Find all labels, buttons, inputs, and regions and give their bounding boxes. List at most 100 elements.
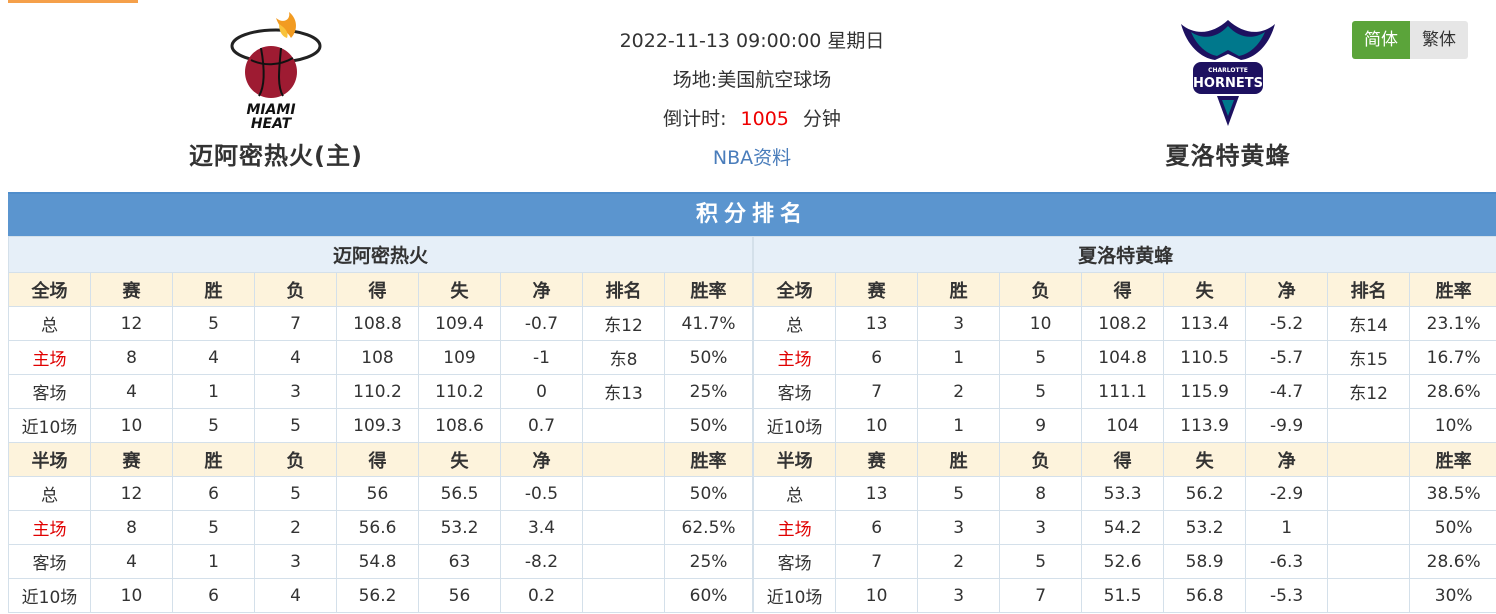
- table-cell: 3: [917, 510, 1001, 545]
- table-cell: 近10场: [8, 578, 91, 613]
- table-cell: [582, 578, 665, 613]
- column-header: 得: [1081, 442, 1165, 477]
- venue-label: 场地:: [672, 69, 718, 91]
- table-cell: 54.2: [1081, 510, 1165, 545]
- home-team-block: MIAMI HEAT 迈阿密热火(主): [156, 10, 396, 171]
- simplified-chinese-button[interactable]: 简体: [1352, 21, 1410, 59]
- table-cell: 53.2: [1163, 510, 1247, 545]
- table-cell: 108.2: [1081, 306, 1165, 341]
- table-cell: 110.2: [418, 374, 501, 409]
- table-cell: 10: [90, 578, 173, 613]
- column-header: 失: [418, 442, 501, 477]
- column-header: 半场: [8, 442, 91, 477]
- table-cell: 总: [8, 306, 91, 341]
- column-header: 失: [1163, 272, 1247, 307]
- logo-text-charlotte: CHARLOTTE: [1208, 67, 1248, 74]
- table-cell: 23.1%: [1409, 306, 1496, 341]
- table-row: 近10场 10 6 4 56.2 56 0.2 60%: [8, 578, 754, 613]
- table-cell: 8: [999, 476, 1083, 511]
- table-cell: 4: [172, 340, 255, 375]
- standings-tables: 迈阿密热火 全场赛胜负得失净排名 胜率总 12 5 7 108.8 109.4 -0.7 东12 4…: [7, 236, 1496, 613]
- column-header: 全场: [8, 272, 91, 307]
- table-cell: 115.9: [1163, 374, 1247, 409]
- column-header-row: 半场赛胜负得失净 胜率: [8, 442, 754, 477]
- column-header-row: 全场赛胜负得失净排名 胜率: [753, 272, 1496, 307]
- table-cell: 38.5%: [1409, 476, 1496, 511]
- table-row: 总 12 6 5 56 56.5 -0.5 50%: [8, 476, 754, 511]
- table-cell: 7: [835, 374, 919, 409]
- column-header: 负: [254, 442, 337, 477]
- table-cell: 6: [835, 340, 919, 375]
- table-cell: -8.2: [500, 544, 583, 579]
- table-cell: 东14: [1327, 306, 1411, 341]
- nba-data-link[interactable]: NBA资料: [713, 147, 791, 169]
- table-cell: 41.7%: [663, 306, 754, 341]
- column-header: 净: [500, 442, 583, 477]
- table-cell: 12: [90, 476, 173, 511]
- table-cell: 30%: [1409, 578, 1496, 613]
- column-header: 赛: [90, 272, 173, 307]
- team-header-row: 迈阿密热火: [7, 236, 754, 273]
- team-header-name: 夏洛特黄蜂: [753, 236, 1496, 273]
- table-cell: [1327, 510, 1411, 545]
- table-cell: -9.9: [1245, 408, 1329, 443]
- column-header: 半场: [753, 442, 837, 477]
- table-cell: 总: [753, 476, 837, 511]
- table-cell: 主场: [8, 340, 91, 375]
- table-cell: 6: [172, 578, 255, 613]
- table-cell: -5.7: [1245, 340, 1329, 375]
- table-cell: [1327, 408, 1411, 443]
- table-cell: 13: [835, 476, 919, 511]
- table-cell: 近10场: [753, 578, 837, 613]
- table-cell: 3: [917, 306, 1001, 341]
- table-cell: 28.6%: [1409, 544, 1496, 579]
- table-cell: 5: [917, 476, 1001, 511]
- traditional-chinese-button[interactable]: 繁体: [1410, 21, 1468, 59]
- countdown-label: 倒计时:: [663, 108, 727, 130]
- column-header: 赛: [90, 442, 173, 477]
- table-cell: -1: [500, 340, 583, 375]
- table-cell: 56: [418, 578, 501, 613]
- table-cell: 104.8: [1081, 340, 1165, 375]
- table-cell: 5: [999, 544, 1083, 579]
- table-cell: 近10场: [8, 408, 91, 443]
- column-header: 胜率: [663, 442, 754, 477]
- table-cell: 3: [254, 544, 337, 579]
- table-cell: 10%: [1409, 408, 1496, 443]
- table-cell: 客场: [753, 544, 837, 579]
- table-cell: 108.8: [336, 306, 419, 341]
- table-cell: 0: [500, 374, 583, 409]
- table-cell: -2.9: [1245, 476, 1329, 511]
- table-cell: 58.9: [1163, 544, 1247, 579]
- table-row: 主场 8 5 2 56.6 53.2 3.4 62.5%: [8, 510, 754, 545]
- column-header: 胜: [917, 442, 1001, 477]
- column-header: 胜: [917, 272, 1001, 307]
- table-cell: 客场: [8, 374, 91, 409]
- logo-text-hornets: HORNETS: [1193, 76, 1263, 91]
- table-cell: -6.3: [1245, 544, 1329, 579]
- table-cell: 25%: [663, 544, 754, 579]
- table-cell: 1: [1245, 510, 1329, 545]
- table-cell: 8: [90, 340, 173, 375]
- table-cell: 1: [172, 544, 255, 579]
- table-row: 近10场 10 1 9 104 113.9 -9.9 10%: [753, 408, 1496, 443]
- table-cell: 主场: [753, 510, 837, 545]
- table-cell: 54.8: [336, 544, 419, 579]
- column-header: 胜率: [1409, 272, 1496, 307]
- table-cell: -5.2: [1245, 306, 1329, 341]
- table-cell: 10: [835, 578, 919, 613]
- column-header: 得: [1081, 272, 1165, 307]
- table-cell: 104: [1081, 408, 1165, 443]
- table-cell: 10: [90, 408, 173, 443]
- language-switch: 简体 繁体: [1352, 21, 1468, 59]
- table-cell: 50%: [663, 476, 754, 511]
- table-cell: 5: [999, 374, 1083, 409]
- table-cell: 110.5: [1163, 340, 1247, 375]
- table-cell: 2: [917, 544, 1001, 579]
- table-cell: -0.7: [500, 306, 583, 341]
- table-cell: 52.6: [1081, 544, 1165, 579]
- table-cell: 56.5: [418, 476, 501, 511]
- table-cell: 东12: [582, 306, 665, 341]
- table-cell: [582, 408, 665, 443]
- table-cell: 4: [90, 544, 173, 579]
